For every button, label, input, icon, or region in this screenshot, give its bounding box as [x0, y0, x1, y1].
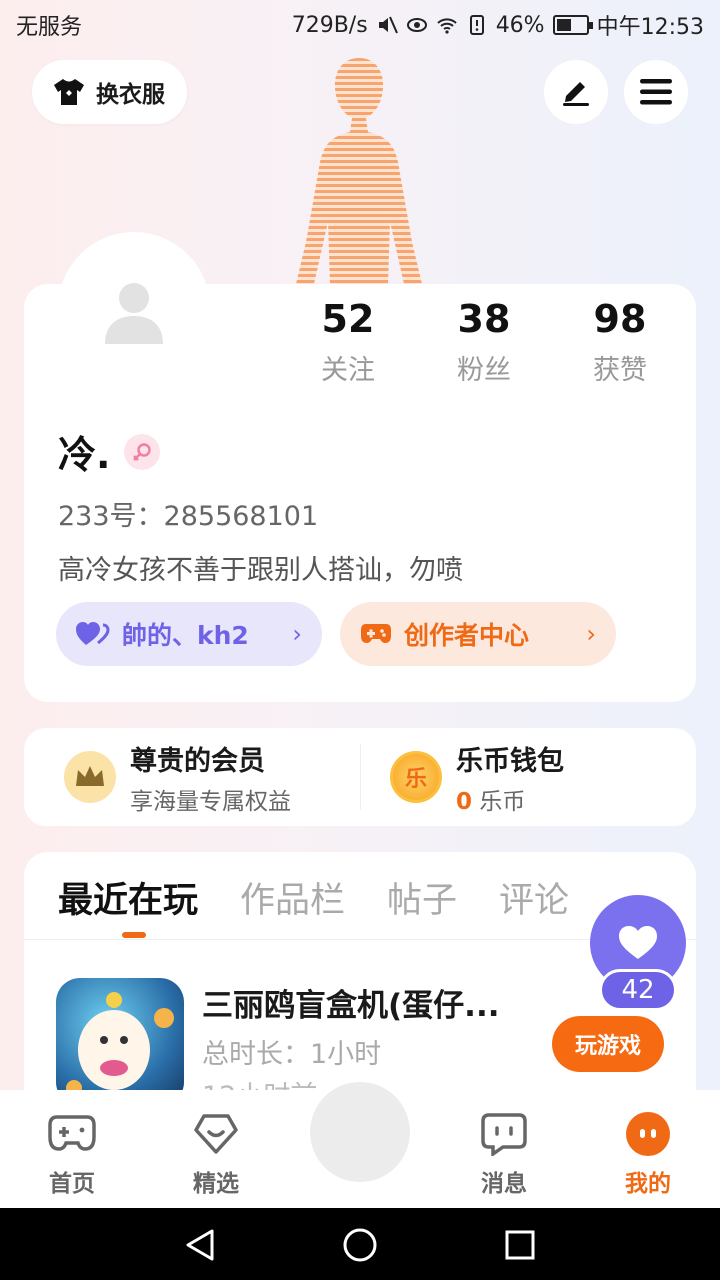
stat-value: 52 — [321, 297, 375, 341]
couple-link-label: 帥的、kh2 — [122, 621, 249, 650]
wallet-amount: 0 — [456, 788, 473, 815]
chevron-right-icon: › — [586, 620, 596, 648]
pencil-icon — [563, 82, 589, 106]
recents-square-icon[interactable] — [504, 1229, 536, 1261]
vip-title: 尊贵的会员 — [130, 745, 265, 777]
double-heart-icon — [76, 622, 110, 645]
heart-diamond-icon — [194, 1114, 238, 1154]
chat-icon — [481, 1113, 527, 1156]
user-bio: 高冷女孩不善于跟别人搭讪，勿喷 — [58, 555, 463, 586]
profile-stats: 52 关注 38 粉丝 98 获赞 — [280, 296, 688, 387]
change-outfit-label: 换衣服 — [96, 82, 165, 108]
tab-comments[interactable]: 评论 — [499, 872, 569, 923]
gamepad-icon — [48, 1115, 96, 1151]
vip-subtitle: 享海量专属权益 — [130, 788, 291, 815]
username: 冷. — [58, 433, 111, 477]
avatar-3d-figure[interactable] — [284, 52, 434, 284]
stat-value: 98 — [593, 297, 647, 341]
creator-center-label: 创作者中心 — [404, 621, 530, 650]
status-bar: 无服务 729B/s 46% 中午12:53 — [0, 0, 720, 50]
crown-icon — [64, 751, 116, 803]
couple-link-button[interactable]: 帥的、kh2 › — [56, 602, 322, 666]
nav-me[interactable]: 我的 — [598, 1110, 698, 1198]
stat-label: 粉丝 — [457, 355, 511, 386]
chevron-right-icon: › — [292, 620, 302, 648]
profile-tabs: 最近在玩 作品栏 帖子 评论 — [58, 872, 569, 923]
coin-glyph: 乐 — [404, 767, 427, 792]
wallet-title: 乐币钱包 — [456, 745, 564, 777]
battery-percent: 46% — [495, 12, 545, 38]
hamburger-menu-icon — [640, 79, 672, 105]
tab-posts[interactable]: 帖子 — [387, 872, 457, 923]
stat-label: 获赞 — [593, 355, 647, 386]
vip-membership-entry[interactable]: 尊贵的会员 享海量专属权益 — [64, 728, 291, 826]
stat-label: 关注 — [321, 355, 375, 386]
stat-followers[interactable]: 38 粉丝 — [416, 296, 552, 387]
home-circle-icon[interactable] — [342, 1227, 378, 1263]
play-game-button[interactable]: 玩游戏 — [552, 1016, 664, 1072]
nav-messages[interactable]: 消息 — [454, 1110, 554, 1198]
divider — [360, 744, 361, 810]
heart-icon — [619, 926, 657, 959]
active-tab-indicator — [122, 932, 146, 938]
mute-icon — [378, 16, 398, 34]
user-id: 233号：285568101 — [58, 501, 319, 532]
network-speed: 729B/s — [291, 12, 368, 38]
stat-value: 38 — [457, 297, 511, 341]
menu-button[interactable] — [624, 60, 688, 124]
profile-dots-icon — [626, 1112, 670, 1156]
system-nav-bar — [0, 1208, 720, 1280]
female-gender-icon — [124, 433, 161, 470]
carrier-text: 无服务 — [16, 15, 83, 40]
change-outfit-button[interactable]: 换衣服 — [32, 60, 187, 124]
battery-icon — [552, 15, 593, 35]
coin-icon: 乐 — [390, 751, 442, 803]
tab-recently-played[interactable]: 最近在玩 — [58, 872, 198, 923]
center-action-button[interactable] — [304, 1076, 416, 1188]
wifi-icon — [436, 18, 457, 34]
wallet-entry[interactable]: 乐 乐币钱包 0 乐币 — [390, 728, 564, 826]
stat-likes[interactable]: 98 获赞 — [552, 296, 688, 387]
eye-icon — [406, 18, 427, 32]
nav-label: 我的 — [625, 1171, 671, 1197]
game-playtime: 总时长：1小时 — [202, 1039, 382, 1070]
gamepad-icon — [361, 624, 391, 643]
game-thumbnail[interactable] — [56, 978, 184, 1106]
creator-center-button[interactable]: 创作者中心 › — [340, 602, 616, 666]
username-row: 冷. — [58, 424, 161, 479]
nav-home[interactable]: 首页 — [22, 1110, 122, 1198]
like-count-badge: 42 — [599, 969, 677, 1011]
nav-label: 精选 — [193, 1171, 239, 1197]
tshirt-icon — [54, 79, 84, 105]
avatar-placeholder-icon[interactable] — [100, 278, 168, 346]
back-icon[interactable] — [184, 1228, 216, 1262]
nav-label: 首页 — [49, 1171, 95, 1197]
tab-works[interactable]: 作品栏 — [240, 872, 345, 923]
nav-label: 消息 — [481, 1171, 527, 1197]
member-wallet-card: 尊贵的会员 享海量专属权益 乐 乐币钱包 0 乐币 — [24, 728, 696, 826]
sim-alert-icon — [469, 15, 484, 35]
wallet-unit: 乐币 — [479, 788, 526, 815]
nav-featured[interactable]: 精选 — [166, 1110, 266, 1198]
stat-following[interactable]: 52 关注 — [280, 296, 416, 387]
game-title[interactable]: 三丽鸥盲盒机(蛋仔... — [202, 980, 500, 1025]
clock: 中午12:53 — [596, 15, 704, 40]
edit-button[interactable] — [544, 60, 608, 124]
